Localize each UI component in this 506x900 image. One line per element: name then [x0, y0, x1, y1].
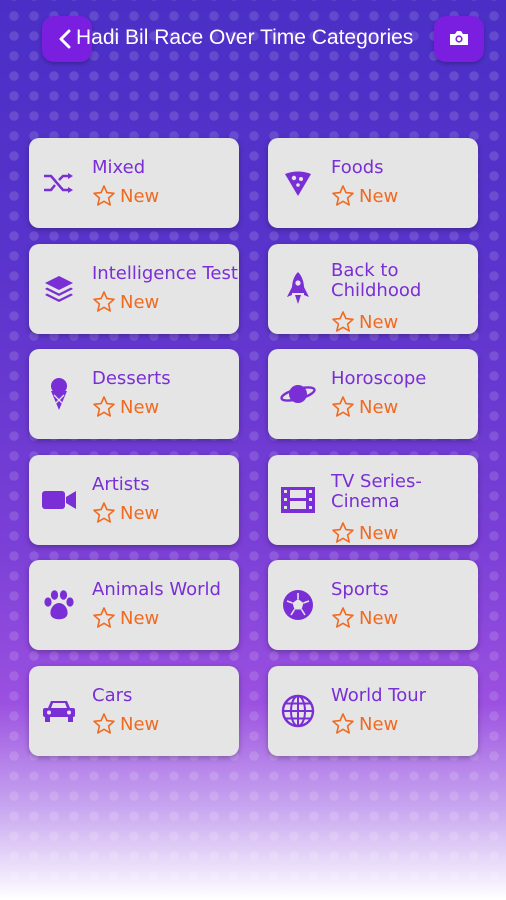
new-badge: New	[92, 712, 159, 736]
star-icon	[332, 311, 354, 332]
category-card-cars[interactable]: Cars New	[29, 666, 239, 756]
new-label: New	[359, 185, 399, 207]
category-label: TV Series-Cinema	[331, 471, 422, 512]
category-card-back-to-childhood[interactable]: Back to Childhood New	[268, 244, 478, 334]
new-label: New	[359, 607, 399, 629]
car-icon	[43, 701, 75, 722]
category-card-mixed[interactable]: Mixed New	[29, 138, 239, 228]
new-badge: New	[92, 290, 159, 314]
star-icon	[93, 185, 115, 206]
soccer-ball-icon	[283, 590, 313, 620]
category-label: Artists	[92, 474, 150, 495]
star-icon	[332, 396, 354, 417]
ice-cream-icon	[51, 378, 67, 410]
category-card-sports[interactable]: Sports New	[268, 560, 478, 650]
star-icon	[93, 607, 115, 628]
category-label: Desserts	[92, 368, 171, 389]
category-card-desserts[interactable]: Desserts New	[29, 349, 239, 439]
new-badge: New	[331, 310, 398, 334]
chevron-left-icon	[59, 29, 71, 49]
star-icon	[332, 522, 354, 543]
new-badge: New	[331, 712, 398, 736]
category-card-intelligence-test[interactable]: Intelligence Test New	[29, 244, 239, 334]
new-badge: New	[331, 521, 398, 545]
category-card-artists[interactable]: Artists New	[29, 455, 239, 545]
planet-icon	[280, 385, 316, 403]
background-pattern	[0, 0, 506, 900]
new-badge: New	[331, 184, 398, 208]
video-camera-icon	[42, 491, 76, 509]
new-badge: New	[331, 395, 398, 419]
category-label: Animals World	[92, 579, 221, 600]
new-badge: New	[92, 184, 159, 208]
star-icon	[93, 502, 115, 523]
shuffle-icon	[44, 173, 73, 193]
category-label: Horoscope	[331, 368, 427, 389]
category-card-world-tour[interactable]: World Tour New	[268, 666, 478, 756]
category-card-animals-world[interactable]: Animals World New	[29, 560, 239, 650]
star-icon	[332, 713, 354, 734]
new-label: New	[120, 713, 160, 735]
screenshot-button[interactable]	[434, 16, 484, 62]
category-label: Foods	[331, 157, 384, 178]
layers-icon	[45, 276, 73, 302]
star-icon	[332, 185, 354, 206]
new-badge: New	[92, 395, 159, 419]
category-label: Cars	[92, 685, 133, 706]
category-card-foods[interactable]: Foods New	[268, 138, 478, 228]
category-card-horoscope[interactable]: Horoscope New	[268, 349, 478, 439]
new-label: New	[120, 502, 160, 524]
new-label: New	[120, 607, 160, 629]
rocket-icon	[287, 272, 309, 304]
film-icon	[281, 487, 315, 513]
header: Hadi Bil Race Over Time Categories	[0, 0, 506, 80]
star-icon	[332, 607, 354, 628]
pizza-icon	[285, 171, 311, 196]
camera-icon	[450, 31, 468, 45]
category-card-tv-series-cinema[interactable]: TV Series-Cinema New	[268, 455, 478, 545]
star-icon	[93, 291, 115, 312]
new-label: New	[120, 396, 160, 418]
category-label: Back to Childhood	[331, 260, 422, 301]
new-label: New	[120, 185, 160, 207]
new-label: New	[120, 291, 160, 313]
new-label: New	[359, 522, 399, 544]
globe-icon	[281, 694, 315, 728]
new-label: New	[359, 396, 399, 418]
new-label: New	[359, 311, 399, 333]
category-label: Intelligence Test	[92, 263, 238, 284]
new-badge: New	[92, 501, 159, 525]
page-title: Hadi Bil Race Over Time Categories	[76, 26, 414, 49]
star-icon	[93, 396, 115, 417]
new-badge: New	[331, 606, 398, 630]
category-label: World Tour	[331, 685, 427, 706]
category-label: Mixed	[92, 157, 146, 178]
new-label: New	[359, 713, 399, 735]
new-badge: New	[92, 606, 159, 630]
category-label: Sports	[331, 579, 389, 600]
star-icon	[93, 713, 115, 734]
paw-icon	[44, 590, 74, 620]
